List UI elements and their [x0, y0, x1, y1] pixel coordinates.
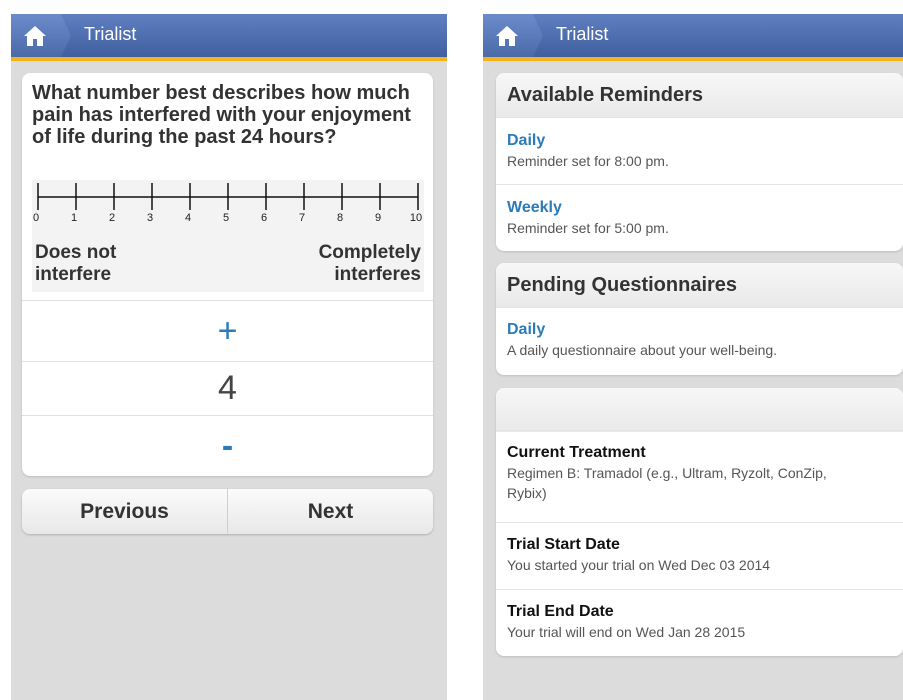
- trial-item-start-date: Trial Start Date You started your trial …: [507, 536, 895, 575]
- trial-info-card: Current Treatment Regimen B: Tramadol (e…: [496, 388, 903, 656]
- increment-button[interactable]: +: [22, 301, 433, 361]
- questionnaires-header: Pending Questionnaires: [496, 263, 903, 307]
- questionnaire-title: Daily: [507, 321, 546, 338]
- scale-low-label: Does not interfere: [35, 242, 117, 285]
- house-icon: [24, 25, 46, 46]
- questionnaire-subtitle: A daily questionnaire about your well-be…: [507, 342, 778, 358]
- next-button[interactable]: Next: [228, 489, 433, 534]
- home-button[interactable]: [11, 14, 71, 57]
- plus-icon: +: [217, 311, 238, 350]
- reminder-subtitle: Reminder set for 8:00 pm.: [507, 153, 669, 169]
- app-bar: Trialist: [11, 14, 447, 61]
- pain-scale: 0 1 2 3 4 5 6 7 8 9 10 Does not interfer…: [32, 180, 424, 292]
- home-button[interactable]: [483, 14, 543, 57]
- reminder-item-daily[interactable]: Daily Reminder set for 8:00 pm.: [507, 132, 895, 171]
- scale-number: 6: [260, 212, 268, 224]
- scale-number: 10: [409, 212, 423, 224]
- scale-number: 7: [298, 212, 306, 224]
- trial-item-subtitle: Your trial will end on Wed Jan 28 2015: [507, 624, 746, 640]
- questionnaire-screen: Trialist What number best describes how …: [11, 14, 447, 700]
- scale-number: 9: [374, 212, 382, 224]
- trial-item-subtitle: Regimen B: Tramadol (e.g., Ultram, Ryzol…: [507, 465, 827, 501]
- trial-item-subtitle: You started your trial on Wed Dec 03 201…: [507, 557, 771, 573]
- scale-ruler: [37, 183, 419, 210]
- divider: [496, 117, 903, 118]
- scale-numbers: 0 1 2 3 4 5 6 7 8 9 10: [32, 212, 424, 226]
- value-display: 4: [22, 362, 433, 415]
- scale-number: 3: [146, 212, 154, 224]
- previous-button[interactable]: Previous: [22, 489, 228, 534]
- reminder-item-weekly[interactable]: Weekly Reminder set for 5:00 pm.: [507, 199, 895, 238]
- trial-item-title: Trial End Date: [507, 603, 614, 620]
- divider: [496, 307, 903, 308]
- trial-item-treatment: Current Treatment Regimen B: Tramadol (e…: [507, 444, 895, 503]
- divider: [496, 184, 903, 185]
- reminders-card: Available Reminders Daily Reminder set f…: [496, 73, 903, 251]
- scale-high-label: Completely interferes: [318, 242, 421, 285]
- house-icon: [496, 25, 518, 46]
- divider: [496, 430, 903, 431]
- reminder-title: Weekly: [507, 199, 562, 216]
- trial-item-title: Current Treatment: [507, 444, 646, 461]
- divider: [496, 522, 903, 523]
- trial-info-header: [496, 388, 903, 432]
- scale-number: 4: [184, 212, 192, 224]
- questionnaires-card: Pending Questionnaires Daily A daily que…: [496, 263, 903, 375]
- question-text: What number best describes how much pain…: [32, 82, 411, 148]
- reminders-header: Available Reminders: [496, 73, 903, 117]
- pain-value: 4: [218, 369, 237, 407]
- scale-number: 2: [108, 212, 116, 224]
- question-card: What number best describes how much pain…: [22, 73, 433, 476]
- reminder-title: Daily: [507, 132, 546, 149]
- app-bar: Trialist: [483, 14, 903, 61]
- navigation-bar: Previous Next: [22, 489, 433, 534]
- scale-number: 0: [32, 212, 40, 224]
- scale-number: 5: [222, 212, 230, 224]
- decrement-button[interactable]: -: [22, 416, 433, 476]
- scale-number: 1: [70, 212, 78, 224]
- reminder-subtitle: Reminder set for 5:00 pm.: [507, 220, 669, 236]
- scale-number: 8: [336, 212, 344, 224]
- minus-icon: -: [221, 426, 234, 465]
- app-title: Trialist: [556, 24, 609, 44]
- divider: [496, 589, 903, 590]
- trial-item-title: Trial Start Date: [507, 536, 620, 553]
- trial-item-end-date: Trial End Date Your trial will end on We…: [507, 603, 895, 642]
- app-title: Trialist: [84, 24, 137, 44]
- questionnaire-item-daily[interactable]: Daily A daily questionnaire about your w…: [507, 321, 895, 360]
- dashboard-screen: Trialist Available Reminders Daily Remin…: [483, 14, 903, 700]
